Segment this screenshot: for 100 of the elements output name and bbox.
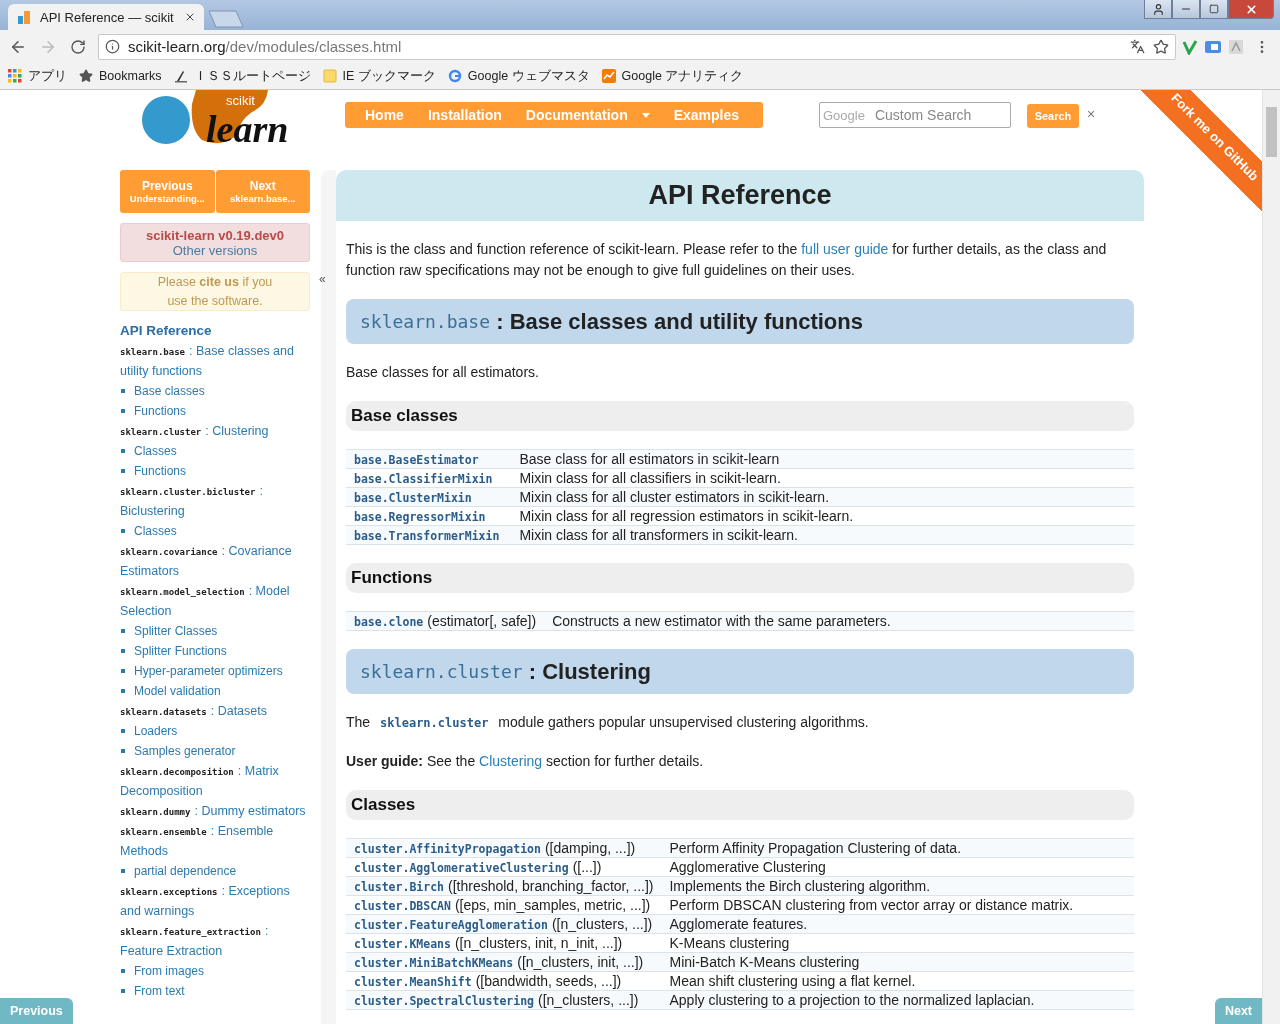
toc-link[interactable]: sklearn.dummy : Dummy estimators bbox=[120, 801, 310, 821]
api-link[interactable]: cluster.MeanShift bbox=[354, 975, 472, 989]
api-link[interactable]: base.clone bbox=[354, 615, 424, 629]
toc-link[interactable]: partial dependence bbox=[120, 861, 310, 881]
toc-link[interactable]: From images bbox=[120, 961, 310, 981]
toc-link[interactable]: Classes bbox=[120, 441, 310, 461]
signature-text: ([...]) bbox=[572, 859, 602, 875]
table-cell: Perform DBSCAN clustering from vector array or distance matrix. bbox=[661, 895, 1134, 915]
star-icon[interactable] bbox=[1153, 38, 1169, 55]
toc-link[interactable]: sklearn.covariance : Covariance Estimators bbox=[120, 541, 310, 581]
toc-link[interactable]: sklearn.exceptions : Exceptions and warnings bbox=[120, 881, 310, 921]
apps-grid-icon bbox=[8, 69, 22, 83]
toc-link[interactable]: Loaders bbox=[120, 721, 310, 741]
signature-text: (estimator[, safe]) bbox=[427, 613, 537, 629]
module-heading: sklearn.base : Base classes and utility functions bbox=[346, 299, 1134, 344]
bullet-icon bbox=[121, 529, 125, 533]
bullet-icon bbox=[121, 449, 125, 453]
table-cell: Perform Affinity Propagation Clustering of data. bbox=[661, 838, 1134, 858]
api-link[interactable]: cluster.SpectralClustering bbox=[354, 994, 534, 1008]
site-icon bbox=[173, 69, 188, 83]
new-tab-icon[interactable] bbox=[208, 10, 244, 28]
scrollbar[interactable] bbox=[1262, 90, 1280, 1024]
folder-icon bbox=[322, 69, 337, 83]
toc-link[interactable]: Functions bbox=[120, 461, 310, 481]
api-link[interactable]: cluster.KMeans bbox=[354, 937, 451, 951]
scrollbar-thumb[interactable] bbox=[1266, 107, 1277, 157]
api-link[interactable]: cluster.FeatureAgglomeration bbox=[354, 918, 548, 932]
page-title: API Reference bbox=[336, 170, 1144, 221]
toc-link[interactable]: sklearn.model_selection : Model Selection bbox=[120, 581, 310, 621]
api-link[interactable]: cluster.Birch bbox=[354, 880, 444, 894]
clear-button[interactable]: × bbox=[1087, 106, 1096, 122]
extension-icon[interactable] bbox=[1204, 38, 1222, 55]
toc-link[interactable]: Hyper-parameter optimizers bbox=[120, 661, 310, 681]
bullet-icon bbox=[121, 629, 125, 633]
signature-text: ([threshold, branching_factor, ...]) bbox=[448, 878, 654, 894]
bullet-icon bbox=[121, 409, 125, 413]
cite-notice: Please cite us if you use the software. bbox=[120, 272, 310, 311]
toc-link[interactable]: Splitter Functions bbox=[120, 641, 310, 661]
bullet-icon bbox=[121, 389, 125, 393]
api-link[interactable]: cluster.AgglomerativeClustering bbox=[354, 861, 569, 875]
table-cell: Implements the Birch clustering algorithm. bbox=[661, 876, 1134, 896]
api-link[interactable]: base.ClusterMixin bbox=[354, 491, 472, 505]
maximize-icon[interactable] bbox=[1200, 0, 1228, 19]
bullet-icon bbox=[121, 969, 125, 973]
signature-text: ([damping, ...]) bbox=[544, 840, 636, 856]
favicon-icon bbox=[16, 9, 32, 25]
api-link[interactable]: base.ClassifierMixin bbox=[354, 472, 493, 486]
bookmark-link[interactable]: アプリ bbox=[8, 67, 67, 85]
api-link[interactable]: base.TransformerMixin bbox=[354, 529, 500, 543]
versions-link[interactable]: Other versions bbox=[172, 242, 258, 258]
toc-link[interactable]: sklearn.cluster : Clustering bbox=[120, 421, 310, 441]
api-link[interactable]: cluster.AffinityPropagation bbox=[354, 842, 541, 856]
toc-link[interactable]: sklearn.base : Base classes and utility functions bbox=[120, 341, 310, 381]
toc-link[interactable]: Model validation bbox=[120, 681, 310, 701]
bookmark-link[interactable]: ＩＳＳルートページ bbox=[173, 67, 311, 85]
text-link[interactable]: Clustering bbox=[479, 753, 543, 769]
toc-link[interactable]: API Reference bbox=[120, 321, 310, 341]
bullet-icon bbox=[121, 469, 125, 473]
caret-icon bbox=[641, 112, 650, 118]
toc-link[interactable]: sklearn.feature_extraction : Feature Extraction bbox=[120, 921, 310, 961]
toc-link[interactable]: Splitter Classes bbox=[120, 621, 310, 641]
toc-link[interactable]: From text bbox=[120, 981, 310, 1001]
text-link[interactable]: full user guide bbox=[801, 241, 889, 257]
table-cell: K-Means clustering bbox=[661, 933, 1134, 953]
pdf-icon[interactable] bbox=[1228, 38, 1244, 55]
table-cell: Agglomerate features. bbox=[661, 914, 1134, 934]
address-bar[interactable]: scikit-learn.org/dev/modules/classes.html bbox=[98, 33, 1176, 60]
toc-link[interactable]: sklearn.ensemble : Ensemble Methods bbox=[120, 821, 310, 861]
toc-link[interactable]: Functions bbox=[120, 401, 310, 421]
chart-icon bbox=[601, 69, 616, 83]
toc-link[interactable]: Samples generator bbox=[120, 741, 310, 761]
bookmark-link[interactable]: Google アナリティク bbox=[601, 67, 744, 85]
browser-tab[interactable]: API Reference — scikit bbox=[8, 4, 204, 30]
toc-link[interactable]: Classes bbox=[120, 521, 310, 541]
close-icon[interactable] bbox=[184, 11, 196, 23]
star-icon bbox=[79, 69, 93, 83]
api-link[interactable]: base.RegressorMixin bbox=[354, 510, 486, 524]
bullet-icon bbox=[121, 989, 125, 993]
bullet-icon bbox=[121, 749, 125, 753]
collapse-button[interactable]: « bbox=[319, 272, 336, 286]
paragraph-text: This is the class and function reference of scikit-learn. Please refer to the full user guide for further details, as the class and function raw specifications may not be enough to give full guidelines on their uses. bbox=[346, 240, 1108, 280]
api-link[interactable]: cluster.MiniBatchKMeans bbox=[354, 956, 514, 970]
toc-link[interactable]: sklearn.datasets : Datasets bbox=[120, 701, 310, 721]
signature-text: ([n_clusters, init, ...]) bbox=[517, 954, 644, 970]
toc-link[interactable]: sklearn.decomposition : Matrix Decomposition bbox=[120, 761, 310, 801]
toc-link[interactable]: Base classes bbox=[120, 381, 310, 401]
user-icon[interactable] bbox=[1144, 0, 1172, 19]
table-cell: Constructs a new estimator with the same parameters. bbox=[544, 611, 1134, 631]
section-heading: Classes bbox=[346, 790, 1134, 820]
bookmark-link[interactable]: IE ブックマーク bbox=[322, 67, 436, 85]
extension-icon[interactable] bbox=[1182, 38, 1198, 55]
table-cell: Apply clustering to a projection to the normalized laplacian. bbox=[661, 990, 1134, 1010]
signature-text: ([n_clusters, ...]) bbox=[551, 916, 653, 932]
api-link[interactable]: cluster.DBSCAN bbox=[354, 899, 451, 913]
bookmark-link[interactable]: Bookmarks bbox=[79, 69, 162, 83]
toc-link[interactable]: sklearn.cluster.bicluster : Biclustering bbox=[120, 481, 310, 521]
bookmark-link[interactable]: Google ウェブマスタ bbox=[447, 67, 590, 85]
google-icon bbox=[447, 69, 462, 83]
translate-icon[interactable] bbox=[1130, 39, 1145, 54]
api-link[interactable]: base.BaseEstimator bbox=[354, 453, 479, 467]
